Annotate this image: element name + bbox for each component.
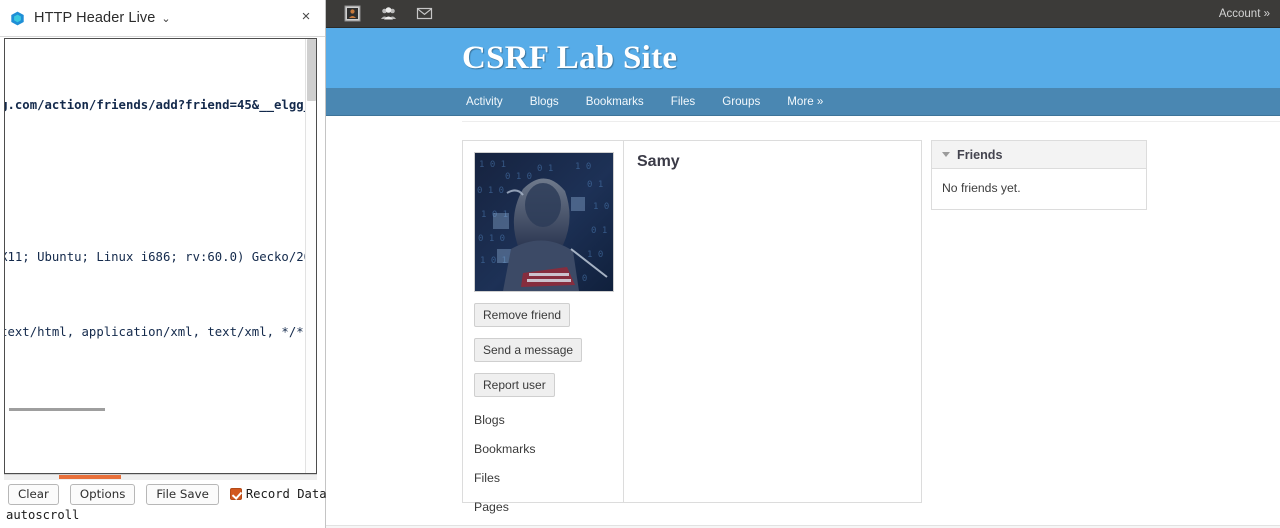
profile-icon[interactable] (344, 5, 361, 22)
friends-module-body: No friends yet. (932, 169, 1146, 209)
chevron-down-icon[interactable]: ⌄ (161, 12, 170, 25)
friends-module-title: Friends (957, 147, 1003, 162)
topbar-icon-group (344, 5, 433, 22)
svg-text:0 1 0: 0 1 0 (477, 186, 504, 196)
profile-link-bookmarks[interactable]: Bookmarks (474, 442, 623, 456)
site-title: CSRF Lab Site (462, 39, 678, 76)
account-menu-link[interactable]: Account » (1219, 8, 1270, 20)
nav-item-activity[interactable]: Activity (466, 95, 503, 108)
profile-name: Samy (637, 153, 680, 170)
site-topbar: Account » (326, 0, 1280, 28)
svg-text:1 0 1: 1 0 1 (479, 160, 506, 170)
log-vertical-scrollbar[interactable] (305, 39, 316, 473)
profile-link-pages[interactable]: Pages (474, 500, 623, 514)
log-horizontal-scrollbar[interactable] (9, 408, 105, 411)
profile-link-blogs[interactable]: Blogs (474, 413, 623, 427)
devtools-control-bar: Clear Options File Save Record Data (0, 481, 351, 507)
log-vertical-scrollbar-thumb[interactable] (307, 39, 316, 101)
svg-text:0 1: 0 1 (537, 164, 553, 174)
nav-item-bookmarks[interactable]: Bookmarks (586, 95, 644, 108)
nav-item-blogs[interactable]: Blogs (530, 95, 559, 108)
svg-text:0 1 0: 0 1 0 (478, 234, 505, 244)
svg-text:1 0: 1 0 (593, 202, 609, 212)
samy-profile-photo[interactable]: 1 0 10 1 0 0 1 01 0 0 11 0 1 1 00 1 0 0 … (474, 152, 614, 292)
collapse-triangle-icon[interactable] (942, 152, 950, 157)
browser-page: Account » CSRF Lab Site Activity Blogs B… (326, 0, 1280, 528)
friends-empty-text: No friends yet. (942, 181, 1021, 195)
friends-module: Friends No friends yet. (931, 140, 1147, 210)
profile-sidebar: 1 0 10 1 0 0 1 01 0 0 11 0 1 1 00 1 0 0 … (463, 141, 624, 514)
send-a-message-button[interactable]: Send a message (474, 338, 583, 362)
footer-divider (462, 121, 1280, 122)
report-user-button[interactable]: Report user (474, 373, 555, 397)
friends-group-icon[interactable] (380, 5, 397, 22)
svg-text:0 1: 0 1 (587, 180, 603, 190)
file-save-button[interactable]: File Save (146, 483, 219, 505)
site-header: CSRF Lab Site (326, 28, 1280, 88)
svg-text:1 0: 1 0 (575, 162, 591, 172)
record-data-checkbox[interactable] (229, 488, 242, 500)
friends-module-header[interactable]: Friends (932, 141, 1146, 169)
nav-item-files[interactable]: Files (671, 95, 695, 108)
record-data-label: Record Data (245, 487, 327, 501)
devtools-title: HTTP Header Live (34, 10, 156, 26)
profile-link-files[interactable]: Files (474, 471, 623, 485)
log-line: GET http://www.csrflabelgg.com/action/fr… (5, 98, 317, 113)
log-line: Accept: text/javascript, text/html, appl… (4, 325, 312, 340)
svg-text:0 1 0: 0 1 0 (505, 172, 532, 182)
profile-card: 1 0 10 1 0 0 1 01 0 0 11 0 1 1 00 1 0 0 … (462, 140, 922, 514)
log-line: User-Agent: Mozilla/5.0 (X11; Ubuntu; Li… (5, 249, 316, 264)
http-header-live-panel: HTTP Header Live ⌄ × GET http://www.csrf… (0, 0, 351, 528)
close-icon[interactable]: × (295, 7, 317, 29)
site-nav: Activity Blogs Bookmarks Files Groups Mo… (326, 88, 1280, 116)
options-button[interactable]: Options (69, 483, 136, 505)
screen-root: HTTP Header Live ⌄ × GET http://www.csrf… (0, 0, 1280, 528)
remove-friend-button[interactable]: Remove friend (474, 303, 571, 327)
page-content: 1 0 10 1 0 0 1 01 0 0 11 0 1 1 00 1 0 0 … (326, 116, 1280, 528)
nav-item-more[interactable]: More » (787, 95, 823, 108)
clear-button[interactable]: Clear (8, 483, 59, 505)
nav-item-groups[interactable]: Groups (722, 95, 760, 108)
svg-text:0 1: 0 1 (591, 226, 607, 236)
devtools-tabstrip (4, 474, 317, 480)
profile-main: Samy (624, 141, 921, 502)
svg-text:1 0: 1 0 (587, 250, 603, 260)
active-tab-indicator (59, 475, 121, 479)
header-log-viewport[interactable]: GET http://www.csrflabelgg.com/action/fr… (4, 38, 317, 474)
autoscroll-label: autoscroll (6, 508, 80, 522)
hexagon-icon (10, 11, 25, 26)
devtools-titlebar: HTTP Header Live ⌄ × (0, 0, 325, 37)
mail-envelope-icon[interactable] (416, 5, 433, 22)
